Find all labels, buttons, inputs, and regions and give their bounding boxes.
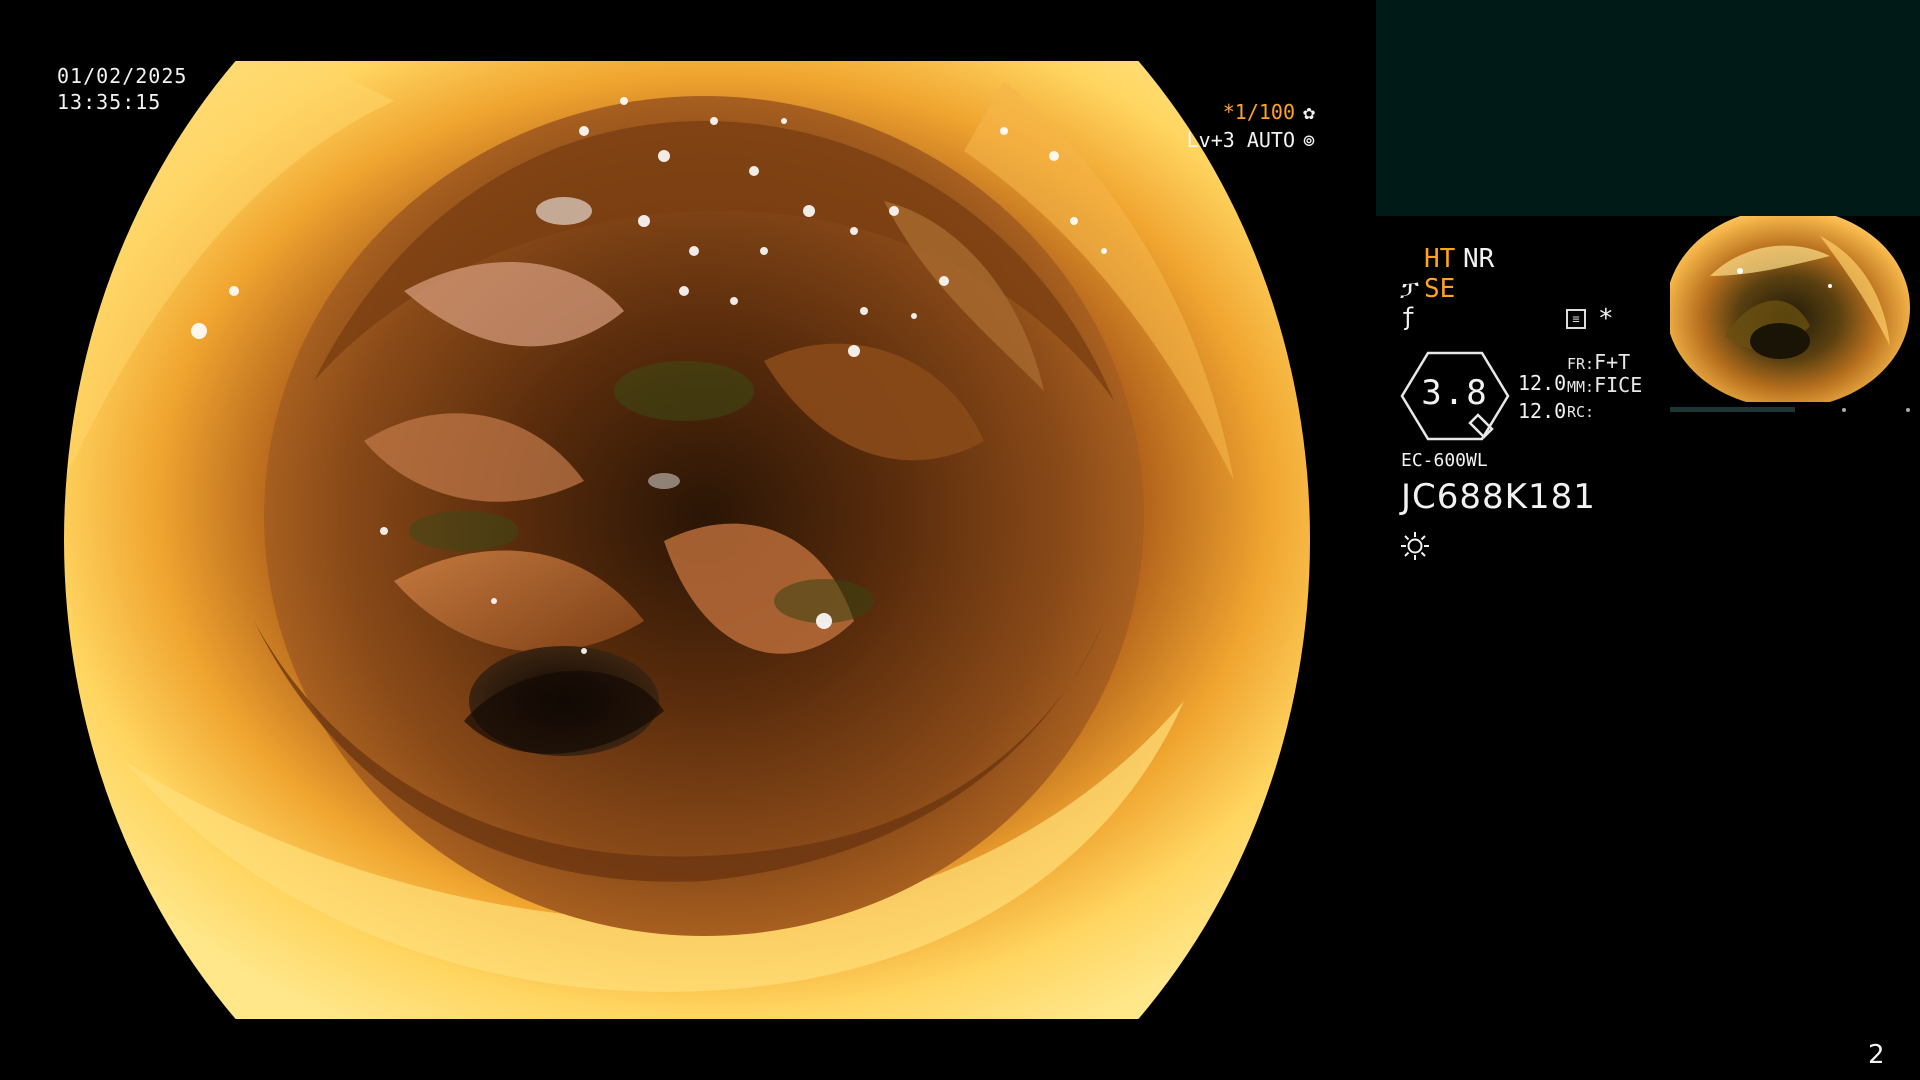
mm-value: FICE (1594, 373, 1643, 397)
mm-setting: MM:FICE (1567, 373, 1642, 399)
signal-enhance-icon: ፓ (1400, 275, 1419, 303)
thumbnail-dot (1906, 408, 1910, 412)
sun-icon (1400, 531, 1430, 565)
se-indicator: SE (1424, 274, 1456, 304)
colon-lumen-image (64, 61, 1310, 1019)
pip-window (1376, 0, 1920, 216)
curve-icon: ƒ (1401, 303, 1416, 331)
date-label: 01/02/2025 (57, 64, 188, 88)
page-number: 2 (1868, 1040, 1885, 1070)
ht-indicator: HT (1424, 244, 1456, 274)
rc-setting: RC: (1567, 400, 1594, 424)
aperture-icon: ✿ (1302, 100, 1316, 124)
fr-value: F+T (1594, 350, 1631, 374)
time-label: 13:35:15 (57, 90, 162, 114)
mm-label: MM: (1567, 378, 1595, 396)
setting-value-1: 12.0 (1518, 371, 1567, 395)
endoscope-view (64, 61, 1310, 1019)
exposure-settings: *1/100 ✿ Lv+3 AUTO ⊚ (1187, 98, 1320, 154)
thumbnail-bar (1670, 407, 1795, 412)
thumbnail-image (1670, 216, 1910, 402)
iris-icon: ⊚ (1302, 128, 1316, 152)
menu-icon: ≡ (1566, 309, 1586, 329)
fr-label: FR: (1567, 355, 1595, 373)
thumbnail-preview (1670, 216, 1920, 402)
scope-model: EC-600WL (1401, 450, 1488, 471)
setting-value-2: 12.0 (1518, 399, 1567, 423)
zoom-badge: 3.8 (1400, 351, 1510, 441)
endoscopy-monitor-screen: 01/02/2025 13:35:15 *1/100 ✿ Lv+3 AUTO ⊚ (0, 0, 1920, 1080)
thumbnail-status-bar (1670, 404, 1920, 416)
shutter-speed: *1/100 (1222, 100, 1295, 124)
zoom-value: 3.8 (1421, 373, 1489, 413)
rc-label: RC: (1567, 403, 1595, 421)
thumbnail-dot (1842, 408, 1846, 412)
star-indicator: * (1598, 304, 1614, 334)
nr-indicator: NR (1463, 244, 1495, 274)
light-level: Lv+3 AUTO (1186, 128, 1295, 152)
scope-serial: JC688K181 (1401, 477, 1596, 517)
datetime-display: 01/02/2025 13:35:15 (57, 63, 187, 115)
